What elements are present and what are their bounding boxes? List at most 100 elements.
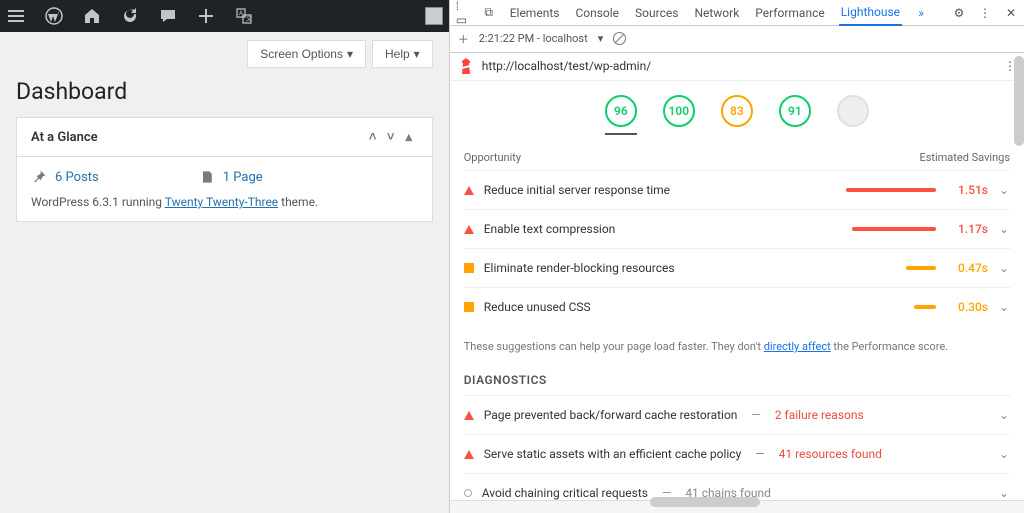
menu-icon[interactable] <box>6 6 26 26</box>
more-tabs-icon[interactable]: » <box>914 6 928 20</box>
opportunity-label: Reduce initial server response time <box>484 183 670 197</box>
score-gauge[interactable]: 83 <box>721 95 753 127</box>
svg-text:文: 文 <box>246 15 252 23</box>
kebab-menu-icon[interactable]: ⋮ <box>978 6 992 20</box>
tab-console[interactable]: Console <box>573 1 621 25</box>
at-a-glance-widget: At a Glance ˄ ˅ ▴ 6 Posts 1 Page <box>16 117 433 222</box>
diagnostic-label: Avoid chaining critical requests <box>482 486 648 500</box>
diagnostic-detail: 41 resources found <box>779 447 882 461</box>
tab-performance[interactable]: Performance <box>753 1 826 25</box>
opportunity-label: Eliminate render-blocking resources <box>484 261 675 275</box>
tab-lighthouse[interactable]: Lighthouse <box>839 0 902 26</box>
svg-text:A: A <box>239 10 243 17</box>
severity-icon <box>464 263 474 273</box>
savings-bar <box>906 266 936 270</box>
screen-options-button[interactable]: Screen Options ▾ <box>247 40 366 68</box>
savings-time: 1.17s <box>946 222 988 236</box>
chevron-down-icon: ⌄ <box>998 447 1010 461</box>
lighthouse-icon <box>458 57 474 75</box>
tab-elements[interactable]: Elements <box>508 1 562 25</box>
plus-icon[interactable]: ＋ <box>458 31 469 47</box>
theme-link[interactable]: Twenty Twenty-Three <box>165 195 278 209</box>
tab-network[interactable]: Network <box>692 1 741 25</box>
wp-admin-bar: A文 <box>0 0 449 32</box>
pin-icon <box>31 169 47 185</box>
settings-gear-icon[interactable]: ⚙ <box>952 6 966 20</box>
device-toolbar-icon[interactable]: ⧉ <box>482 5 496 20</box>
diagnostics-header: DIAGNOSTICS <box>464 373 1010 395</box>
opportunity-label: Reduce unused CSS <box>484 300 591 314</box>
chevron-down-icon: ⌄ <box>998 183 1010 197</box>
chevron-down-icon: ⌄ <box>998 300 1010 314</box>
help-button[interactable]: Help ▾ <box>372 40 433 68</box>
inspect-icon[interactable]: ⁞▭ <box>456 0 470 27</box>
move-up-icon[interactable]: ˄ <box>364 128 382 146</box>
devtools-tab-bar: ⁞▭ ⧉ Elements Console Sources Network Pe… <box>450 0 1024 26</box>
devtools-panel: ⁞▭ ⧉ Elements Console Sources Network Pe… <box>449 0 1024 513</box>
user-avatar[interactable] <box>425 7 443 25</box>
widget-title: At a Glance <box>31 130 98 145</box>
diagnostic-label: Serve static assets with an efficient ca… <box>484 447 742 461</box>
diagnostic-detail: 2 failure reasons <box>775 408 864 422</box>
savings-bar <box>914 305 936 309</box>
move-down-icon[interactable]: ˅ <box>382 128 400 146</box>
caret-down-icon: ▾ <box>347 47 353 61</box>
score-gauge[interactable]: 96 <box>605 95 637 127</box>
toggle-caret-icon[interactable]: ▴ <box>400 128 418 146</box>
lighthouse-url-row: http://localhost/test/wp-admin/ ⋮ <box>450 53 1024 82</box>
horizontal-scrollbar-track <box>450 500 1024 513</box>
refresh-icon[interactable] <box>120 6 140 26</box>
chevron-down-icon: ⌄ <box>998 408 1010 422</box>
wordpress-logo-icon[interactable] <box>44 6 64 26</box>
diagnostic-label: Page prevented back/forward cache restor… <box>484 408 738 422</box>
diagnostic-row[interactable]: Serve static assets with an efficient ca… <box>464 434 1010 473</box>
chevron-down-icon: ⌄ <box>998 261 1010 275</box>
severity-icon <box>464 489 472 497</box>
score-gauge[interactable]: 91 <box>779 95 811 127</box>
savings-time: 0.47s <box>946 261 988 275</box>
caret-down-icon: ▾ <box>414 47 420 61</box>
pages-link[interactable]: 1 Page <box>199 169 263 185</box>
lighthouse-note: These suggestions can help your page loa… <box>464 326 1010 373</box>
severity-icon <box>464 302 474 312</box>
directly-affect-link[interactable]: directly affect <box>764 340 831 353</box>
savings-bar <box>846 188 936 192</box>
translate-icon[interactable]: A文 <box>234 6 254 26</box>
score-gauge[interactable] <box>837 95 869 127</box>
opportunity-row[interactable]: Enable text compression1.17s⌄ <box>464 209 1010 248</box>
savings-time: 0.30s <box>946 300 988 314</box>
add-new-icon[interactable] <box>196 6 216 26</box>
opportunity-row[interactable]: Reduce initial server response time 1.51s… <box>464 170 1010 209</box>
dropdown-caret-icon[interactable]: ▾ <box>598 32 604 45</box>
severity-icon <box>464 225 474 234</box>
score-gauge[interactable]: 100 <box>663 95 695 127</box>
chevron-down-icon: ⌄ <box>998 486 1010 500</box>
diagnostic-row[interactable]: Avoid chaining critical requests—41 chai… <box>464 473 1010 500</box>
severity-icon <box>464 450 474 459</box>
wp-version-text: WordPress 6.3.1 running Twenty Twenty-Th… <box>31 195 418 209</box>
horizontal-scrollbar[interactable] <box>650 497 760 507</box>
opportunity-row[interactable]: Eliminate render-blocking resources 0.47s… <box>464 248 1010 287</box>
savings-header: Estimated Savings <box>919 151 1010 164</box>
tab-sources[interactable]: Sources <box>633 1 680 25</box>
page-title: Dashboard <box>16 78 433 105</box>
tested-url: http://localhost/test/wp-admin/ <box>482 59 651 73</box>
comments-icon[interactable] <box>158 6 178 26</box>
clear-icon[interactable] <box>613 32 626 45</box>
posts-link[interactable]: 6 Posts <box>31 169 99 185</box>
close-icon[interactable]: ✕ <box>1004 6 1018 20</box>
opportunity-label: Enable text compression <box>484 222 616 236</box>
page-icon <box>199 169 215 185</box>
home-icon[interactable] <box>82 6 102 26</box>
report-timestamp[interactable]: 2:21:22 PM - localhost <box>479 32 588 45</box>
wordpress-admin-panel: A文 Screen Options ▾ Help ▾ Dashboard At … <box>0 0 449 513</box>
diagnostic-row[interactable]: Page prevented back/forward cache restor… <box>464 395 1010 434</box>
opportunity-header: Opportunity <box>464 151 521 164</box>
severity-icon <box>464 186 474 195</box>
savings-time: 1.51s <box>946 183 988 197</box>
severity-icon <box>464 411 474 420</box>
opportunity-row[interactable]: Reduce unused CSS 0.30s ⌄ <box>464 287 1010 326</box>
vertical-scrollbar[interactable] <box>1014 56 1024 146</box>
lighthouse-report-body: Opportunity Estimated Savings Reduce ini… <box>450 139 1024 500</box>
lighthouse-score-gauges: 96 100 83 91 <box>450 81 1024 139</box>
